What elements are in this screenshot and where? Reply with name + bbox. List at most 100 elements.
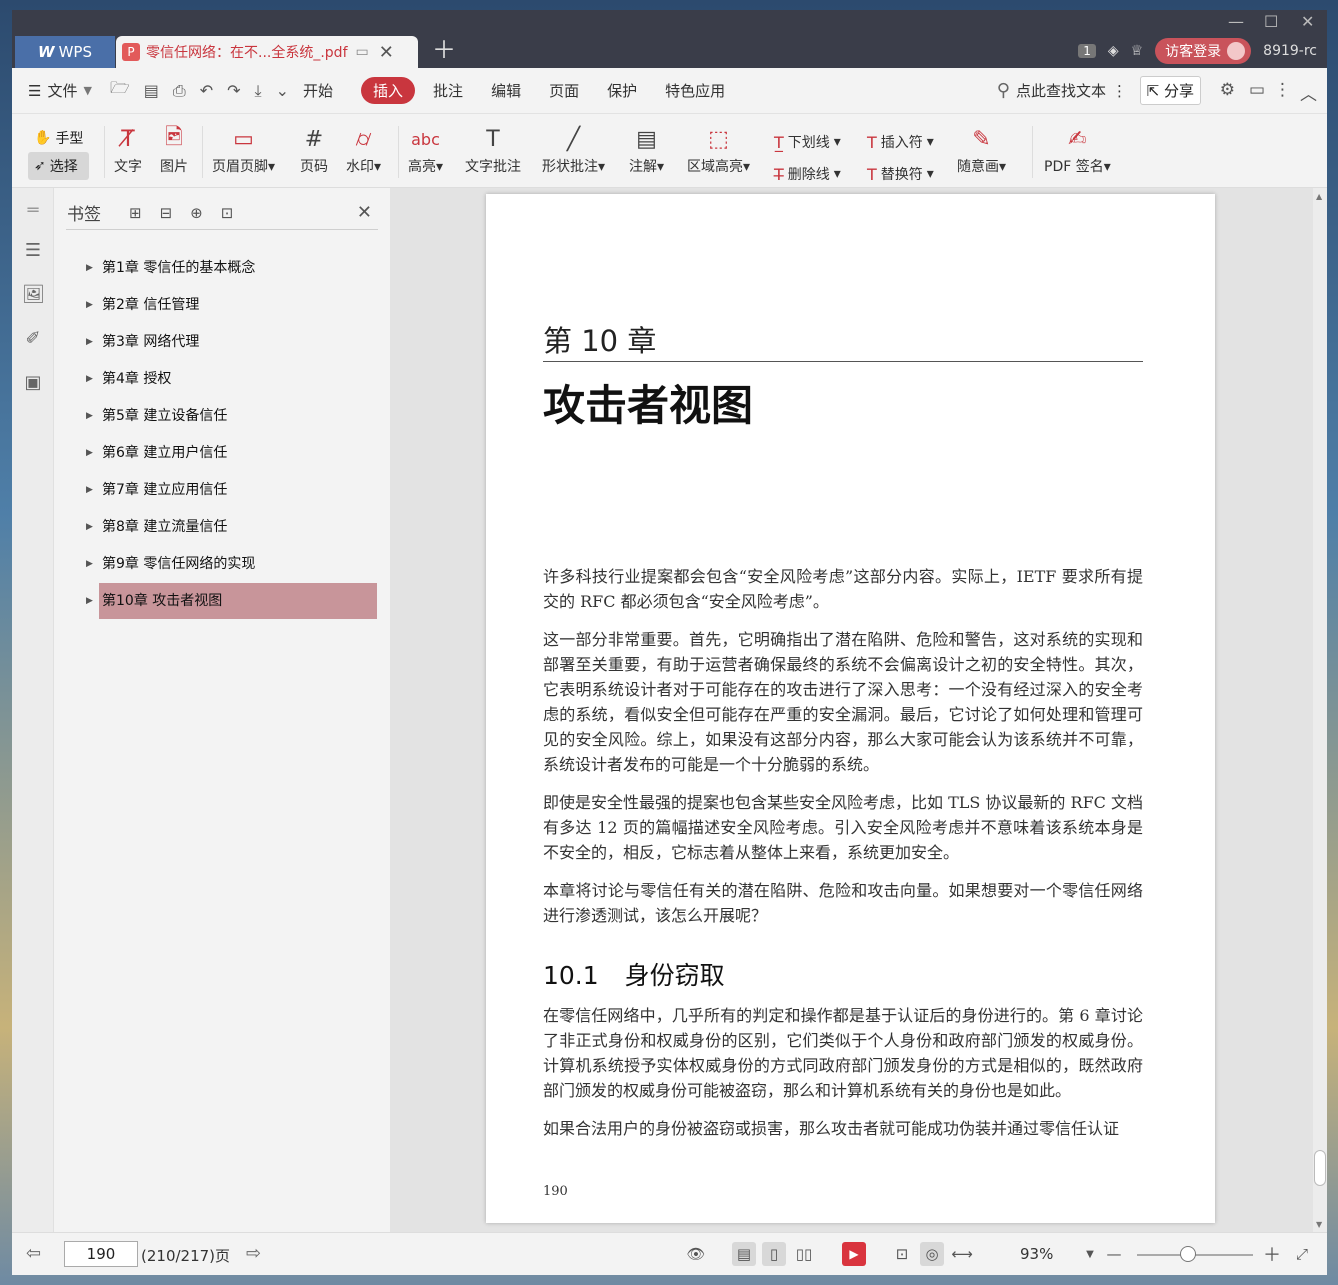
pdf-sign-button[interactable]: ✍ PDF 签名▾ <box>1044 122 1111 176</box>
zoom-out-icon[interactable]: — <box>1102 1242 1126 1266</box>
scroll-down-icon[interactable]: ▼ <box>1316 1220 1322 1229</box>
two-page-icon[interactable]: ▯▯ <box>792 1242 816 1266</box>
bookmark-item[interactable]: ▶ 第2章 信任管理 <box>86 287 377 323</box>
expand-arrow-icon[interactable]: ▶ <box>86 337 99 347</box>
close-window-icon[interactable]: ✕ <box>1301 12 1314 31</box>
more-options-icon[interactable]: ⋮ <box>1274 80 1291 100</box>
page-number-input[interactable]: 190 <box>64 1241 138 1267</box>
hand-tool-button[interactable]: ✋ 手型 <box>28 124 89 152</box>
insert-text-button[interactable]: T̸ 文字 <box>114 122 142 176</box>
more-dropdown-icon[interactable]: ⌄ <box>276 81 289 100</box>
thumbnail-icon[interactable]: 🖼 <box>22 284 45 306</box>
bookmark-list-icon[interactable]: ☰ <box>22 240 44 262</box>
bookmark-item[interactable]: ▶ 第8章 建立流量信任 <box>86 509 377 545</box>
fullscreen-icon[interactable]: ⤢ <box>1290 1242 1314 1266</box>
print-icon[interactable]: ⎙ <box>173 81 186 101</box>
vertical-scrollbar[interactable]: ▲ ▼ <box>1313 188 1327 1232</box>
replace-mark-button[interactable]: T 替换符 ▾ <box>867 164 934 184</box>
signature-panel-icon[interactable]: ▣ <box>22 372 44 394</box>
note-button[interactable]: ▤ 注解▾ <box>629 122 664 176</box>
comments-icon[interactable]: ▭ <box>1249 80 1265 100</box>
fit-width-icon[interactable]: ⟷ <box>950 1242 974 1266</box>
strikethrough-button[interactable]: T̶ 删除线 ▾ <box>774 164 841 184</box>
insert-mark-button[interactable]: T 插入符 ▾ <box>867 132 934 152</box>
collapse-ribbon-icon[interactable]: ︿ <box>1300 80 1317 105</box>
bookmark-item[interactable]: ▶ 第6章 建立用户信任 <box>86 435 377 471</box>
zoom-in-icon[interactable]: ＋ <box>1260 1242 1284 1266</box>
zoom-slider-handle[interactable] <box>1180 1246 1196 1262</box>
document-viewer[interactable]: 第 10 章 攻击者视图 许多科技行业提案都会包含“安全风险考虑”这部分内容。实… <box>390 188 1327 1232</box>
add-bookmark-icon[interactable]: ⊕ <box>190 204 203 222</box>
bookmark-item[interactable]: ▶ 第3章 网络代理 <box>86 324 377 360</box>
expand-arrow-icon[interactable]: ▶ <box>86 522 99 532</box>
highlight-button[interactable]: abc 高亮▾ <box>408 122 443 176</box>
underline-button[interactable]: T̲ 下划线 ▾ <box>774 132 841 152</box>
collapse-all-icon[interactable]: ⊟ <box>160 204 173 222</box>
play-slideshow-icon[interactable]: ▶ <box>842 1242 866 1266</box>
bookmark-item[interactable]: ▶ 第4章 授权 <box>86 361 377 397</box>
new-tab-button[interactable]: ＋ <box>432 36 456 64</box>
scroll-up-icon[interactable]: ▲ <box>1316 192 1322 201</box>
skin-icon[interactable]: ♕ <box>1131 43 1144 59</box>
close-panel-icon[interactable]: ✕ <box>357 202 372 223</box>
eye-protection-icon[interactable]: 👁 <box>684 1242 708 1266</box>
expand-all-icon[interactable]: ⊞ <box>129 204 142 222</box>
continuous-view-icon[interactable]: ▤ <box>732 1242 756 1266</box>
maximize-icon[interactable]: ☐ <box>1264 12 1278 31</box>
bookmark-options-icon[interactable]: ⊡ <box>221 204 234 222</box>
fit-page-icon[interactable]: ◎ <box>920 1242 944 1266</box>
expand-arrow-icon[interactable]: ▶ <box>86 374 99 384</box>
single-page-icon[interactable]: ▯ <box>762 1242 786 1266</box>
bookmark-item[interactable]: ▶ 第5章 建立设备信任 <box>86 398 377 434</box>
previous-page-icon[interactable]: ⇦ <box>26 1243 41 1264</box>
minimize-icon[interactable]: — <box>1228 12 1244 31</box>
bookmark-item[interactable]: ▶ 第7章 建立应用信任 <box>86 472 377 508</box>
menu-page[interactable]: 页面 <box>549 80 579 101</box>
expand-arrow-icon[interactable]: ▶ <box>86 411 99 421</box>
menu-edit[interactable]: 编辑 <box>491 80 521 101</box>
actual-size-icon[interactable]: ⊡ <box>890 1242 914 1266</box>
expand-arrow-icon[interactable]: ▶ <box>86 448 99 458</box>
undo-icon[interactable]: ↶ <box>200 81 213 100</box>
find-text-search[interactable]: ⚲ 点此查找文本 ⋮ <box>997 80 1127 101</box>
bookmark-item[interactable]: ▶ 第9章 零信任网络的实现 <box>86 546 377 582</box>
expand-arrow-icon[interactable]: ▶ <box>86 300 99 310</box>
annotation-icon[interactable]: ✐ <box>22 328 44 350</box>
expand-arrow-icon[interactable]: ▶ <box>86 596 99 606</box>
visitor-login-button[interactable]: 访客登录 <box>1155 38 1252 64</box>
cloud-icon[interactable]: ◈ <box>1108 43 1119 59</box>
menu-insert[interactable]: 插入 <box>361 77 416 104</box>
header-footer-button[interactable]: ▭ 页眉页脚▾ <box>212 122 275 176</box>
select-tool-button[interactable]: ➶ 选择 <box>28 152 90 180</box>
zoom-dropdown-icon[interactable]: ▼ <box>1078 1242 1102 1266</box>
document-tab[interactable]: P 零信任网络：在不...全系统_.pdf ▭ ✕ <box>116 36 418 68</box>
wps-home-tab[interactable]: W WPS <box>15 36 115 68</box>
close-tab-icon[interactable]: ✕ <box>379 42 394 63</box>
watermark-button[interactable]: ⌭ 水印▾ <box>346 122 381 176</box>
bookmark-item[interactable]: ▶ 第1章 零信任的基本概念 <box>86 250 377 286</box>
menu-comment[interactable]: 批注 <box>433 80 463 101</box>
menu-protect[interactable]: 保护 <box>607 80 637 101</box>
file-menu[interactable]: ☰ 文件 ▼ <box>28 80 92 101</box>
monitor-icon[interactable]: ▭ <box>356 44 369 60</box>
redo-icon[interactable]: ↷ <box>227 81 240 100</box>
expand-arrow-icon[interactable]: ▶ <box>86 559 99 569</box>
save-icon[interactable]: ▤ <box>144 81 159 100</box>
zoom-level[interactable]: 93% <box>1020 1245 1053 1263</box>
area-highlight-button[interactable]: ⬚ 区域高亮▾ <box>687 122 750 176</box>
next-page-icon[interactable]: ⇨ <box>246 1243 261 1264</box>
share-button[interactable]: ⇱ 分享 <box>1139 76 1201 105</box>
expand-arrow-icon[interactable]: ▶ <box>86 485 99 495</box>
window-count-badge[interactable]: 1 <box>1078 44 1096 58</box>
insert-image-button[interactable]: 🖻 图片 <box>160 122 188 176</box>
open-folder-icon[interactable]: 🗁 <box>110 77 130 104</box>
menu-special[interactable]: 特色应用 <box>665 80 725 101</box>
text-comment-button[interactable]: T 文字批注 <box>465 122 521 176</box>
menu-start[interactable]: 开始 <box>303 80 333 101</box>
shape-comment-button[interactable]: ╱ 形状批注▾ <box>542 122 605 176</box>
export-icon[interactable]: ⤓ <box>255 81 262 101</box>
settings-icon[interactable]: ⚙ <box>1220 80 1235 100</box>
more-vertical-icon[interactable]: ⋮ <box>1112 82 1127 100</box>
scroll-thumb[interactable] <box>1314 1150 1326 1186</box>
freehand-button[interactable]: ✎ 随意画▾ <box>957 122 1006 176</box>
